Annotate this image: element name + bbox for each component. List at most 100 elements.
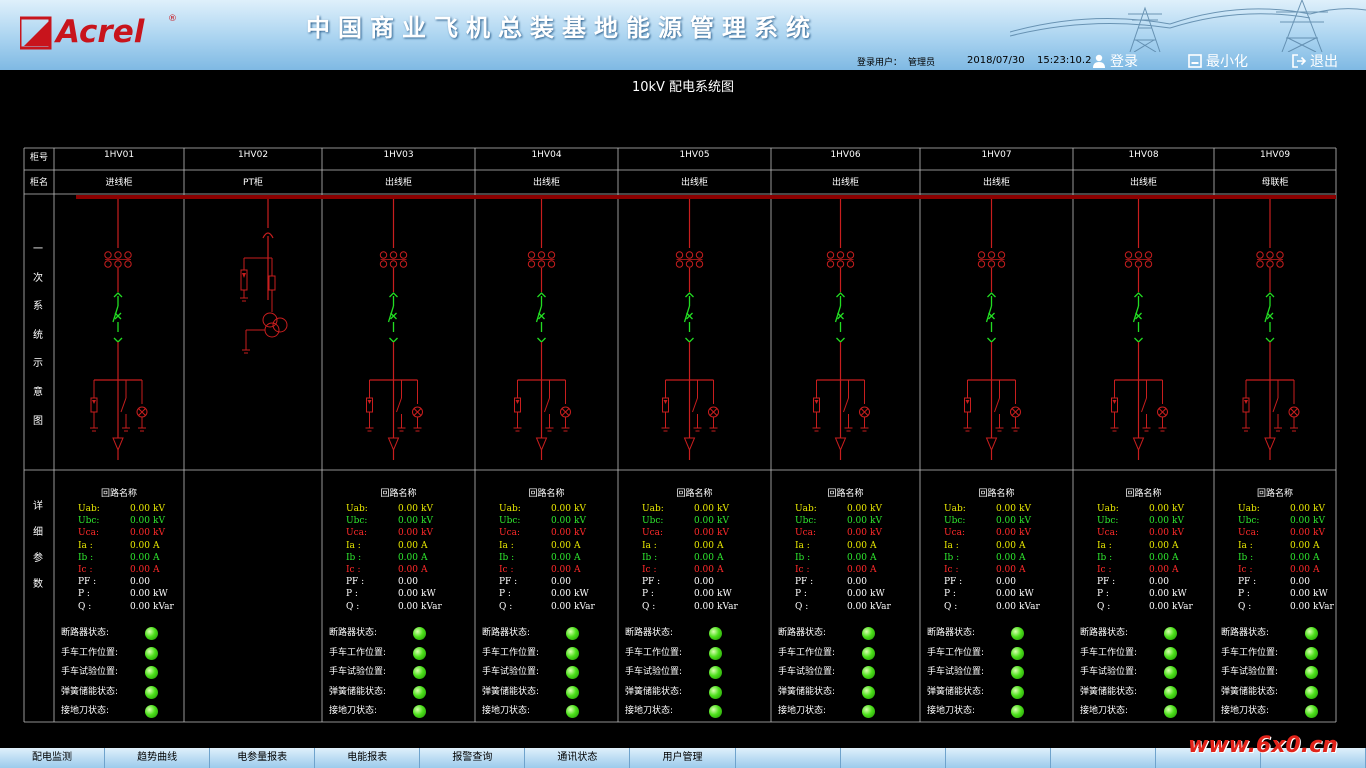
nav-tab-2[interactable]: 电参量报表 <box>210 748 316 768</box>
login-button[interactable]: 登录 <box>1092 51 1138 70</box>
status-led-icon <box>1011 627 1024 641</box>
status-led-icon <box>709 685 722 699</box>
status-led-icon <box>566 627 579 641</box>
status-row: 弹簧储能状态: <box>927 683 1024 703</box>
status-led-icon <box>709 627 722 641</box>
measurement-row: Uca: 0.00 kV <box>944 527 1040 539</box>
measurement-key: Ia : <box>1238 540 1253 551</box>
measurement-unit: A <box>574 540 581 551</box>
isolator-contact-icon <box>1134 337 1143 343</box>
measurement-key: Uca: <box>944 528 966 539</box>
measurement-unit: kV <box>1313 528 1325 539</box>
measurement-row: P : 0.00 kW <box>346 588 442 600</box>
loop-name-label: 回路名称 <box>380 489 417 499</box>
current-transformer-icon <box>695 251 704 259</box>
measurement-key: Ubc: <box>78 516 100 527</box>
measurement-value: 0.00 <box>1148 528 1169 539</box>
status-led-icon <box>862 685 875 699</box>
status-led-icon <box>1164 646 1177 660</box>
indicator-lamp-cross <box>860 408 869 416</box>
status-led-icon <box>1305 705 1318 719</box>
current-transformer-icon <box>389 251 398 259</box>
current-transformer-icon <box>987 260 996 268</box>
status-row: 接地刀状态: <box>1221 702 1318 722</box>
status-led-icon <box>145 627 158 641</box>
nav-tab-9[interactable] <box>946 748 1051 768</box>
measurement-key: Uab: <box>642 504 664 514</box>
current-transformer-icon <box>527 260 536 268</box>
measurement-value: 0.00 <box>693 516 714 527</box>
measurement-key: Uab: <box>346 504 368 514</box>
measurement-row: Uca: 0.00 kV <box>1238 527 1334 539</box>
current-transformer-icon <box>846 251 855 259</box>
status-block: 断路器状态: 手车工作位置: 手车试验位置: 弹簧储能状态: 接地刀状态: <box>625 624 722 722</box>
cabinet-name: 出线柜 <box>982 178 1010 188</box>
exit-button[interactable]: 退出 <box>1292 51 1338 70</box>
feeder-diagram <box>513 199 571 460</box>
measurement-key: Ib : <box>346 552 362 563</box>
measurement-unit: A <box>1019 565 1026 576</box>
status-label: 断路器状态: <box>927 628 976 638</box>
measurement-unit <box>1016 576 1019 588</box>
nav-tab-5[interactable]: 通讯状态 <box>525 748 631 768</box>
measurement-value: 0.00 <box>846 589 867 600</box>
measurement-unit: kW <box>1019 589 1034 600</box>
nav-tab-6[interactable]: 用户管理 <box>630 748 736 768</box>
minimize-button[interactable]: 最小化 <box>1188 51 1248 70</box>
nav-tab-8[interactable] <box>841 748 946 768</box>
measurement-value: 0.00 <box>693 565 714 576</box>
arrester-icon <box>1242 397 1250 413</box>
measurement-value: 0.00 <box>995 504 1016 514</box>
measurement-row: Uab: 0.00 kV <box>499 503 595 515</box>
system-title: 中国商业飞机总装基地能源管理系统 <box>306 13 818 42</box>
login-user-name: 管理员 <box>908 58 936 68</box>
current-transformer-icon <box>977 251 986 259</box>
measurement-value: 0.00 <box>846 516 867 527</box>
breaker-cross-icon <box>686 312 693 320</box>
measurement-row: PF : 0.00 <box>642 576 738 588</box>
measurement-key: Ubc: <box>795 516 817 527</box>
indicator-lamp-cross <box>1290 408 1298 416</box>
breaker-blade-line <box>112 305 119 323</box>
loop-name-label: 回路名称 <box>1256 489 1293 499</box>
measurement-key: Ic : <box>346 565 361 576</box>
measurement-row: Ia : 0.00 A <box>1238 540 1334 552</box>
breaker-cross-icon <box>114 312 122 320</box>
cabinet-number: 1HV07 <box>981 150 1012 160</box>
current-transformer-icon <box>399 260 408 268</box>
arrester-arrow-icon <box>242 273 246 278</box>
status-led-icon <box>1011 666 1024 680</box>
nav-tab-10[interactable] <box>1051 748 1156 768</box>
detail-params-char: 数 <box>33 579 43 590</box>
measurement-row: Uca: 0.00 kV <box>346 527 442 539</box>
measurement-unit: A <box>153 565 160 576</box>
indicator-lamp-icon <box>708 406 719 418</box>
current-transformer-icon <box>695 260 704 268</box>
measurement-block: Uab: 0.00 kV Ubc: 0.00 kV Uca: 0.00 kV Ia :0.00 A I… <box>78 503 174 613</box>
measurement-unit: kV <box>1172 504 1184 514</box>
measurement-row: Uca: 0.00 kV <box>795 527 891 539</box>
nav-tab-7[interactable] <box>736 748 841 768</box>
measurement-unit: kV <box>574 528 586 539</box>
measurement-key: PF : <box>78 577 97 588</box>
minimize-button-label: 最小化 <box>1206 54 1248 70</box>
earth-switch-blade <box>1141 397 1147 413</box>
indicator-lamp-icon <box>1157 406 1168 418</box>
measurement-row: Ia : 0.00 A <box>642 540 738 552</box>
nav-tab-4[interactable]: 报警查询 <box>420 748 526 768</box>
indicator-lamp-icon <box>412 406 423 418</box>
measurement-unit: kV <box>574 504 586 514</box>
status-row: 手车试验位置: <box>482 663 579 683</box>
measurement-key: PF : <box>499 577 518 588</box>
measurement-key: Uab: <box>944 504 966 514</box>
status-row: 断路器状态: <box>1221 624 1318 644</box>
nav-tab-0[interactable]: 配电监测 <box>0 748 106 768</box>
measurement-key: Ia : <box>1097 540 1112 551</box>
measurement-value: 0.00 <box>693 552 714 563</box>
nav-tab-3[interactable]: 电能报表 <box>315 748 421 768</box>
status-row: 手车试验位置: <box>778 663 875 683</box>
nav-tab-1[interactable]: 趋势曲线 <box>105 748 211 768</box>
measurement-value: 0.00 <box>550 601 571 612</box>
earth-switch-blade <box>120 397 127 413</box>
cabinet-name: 出线柜 <box>1129 178 1157 188</box>
